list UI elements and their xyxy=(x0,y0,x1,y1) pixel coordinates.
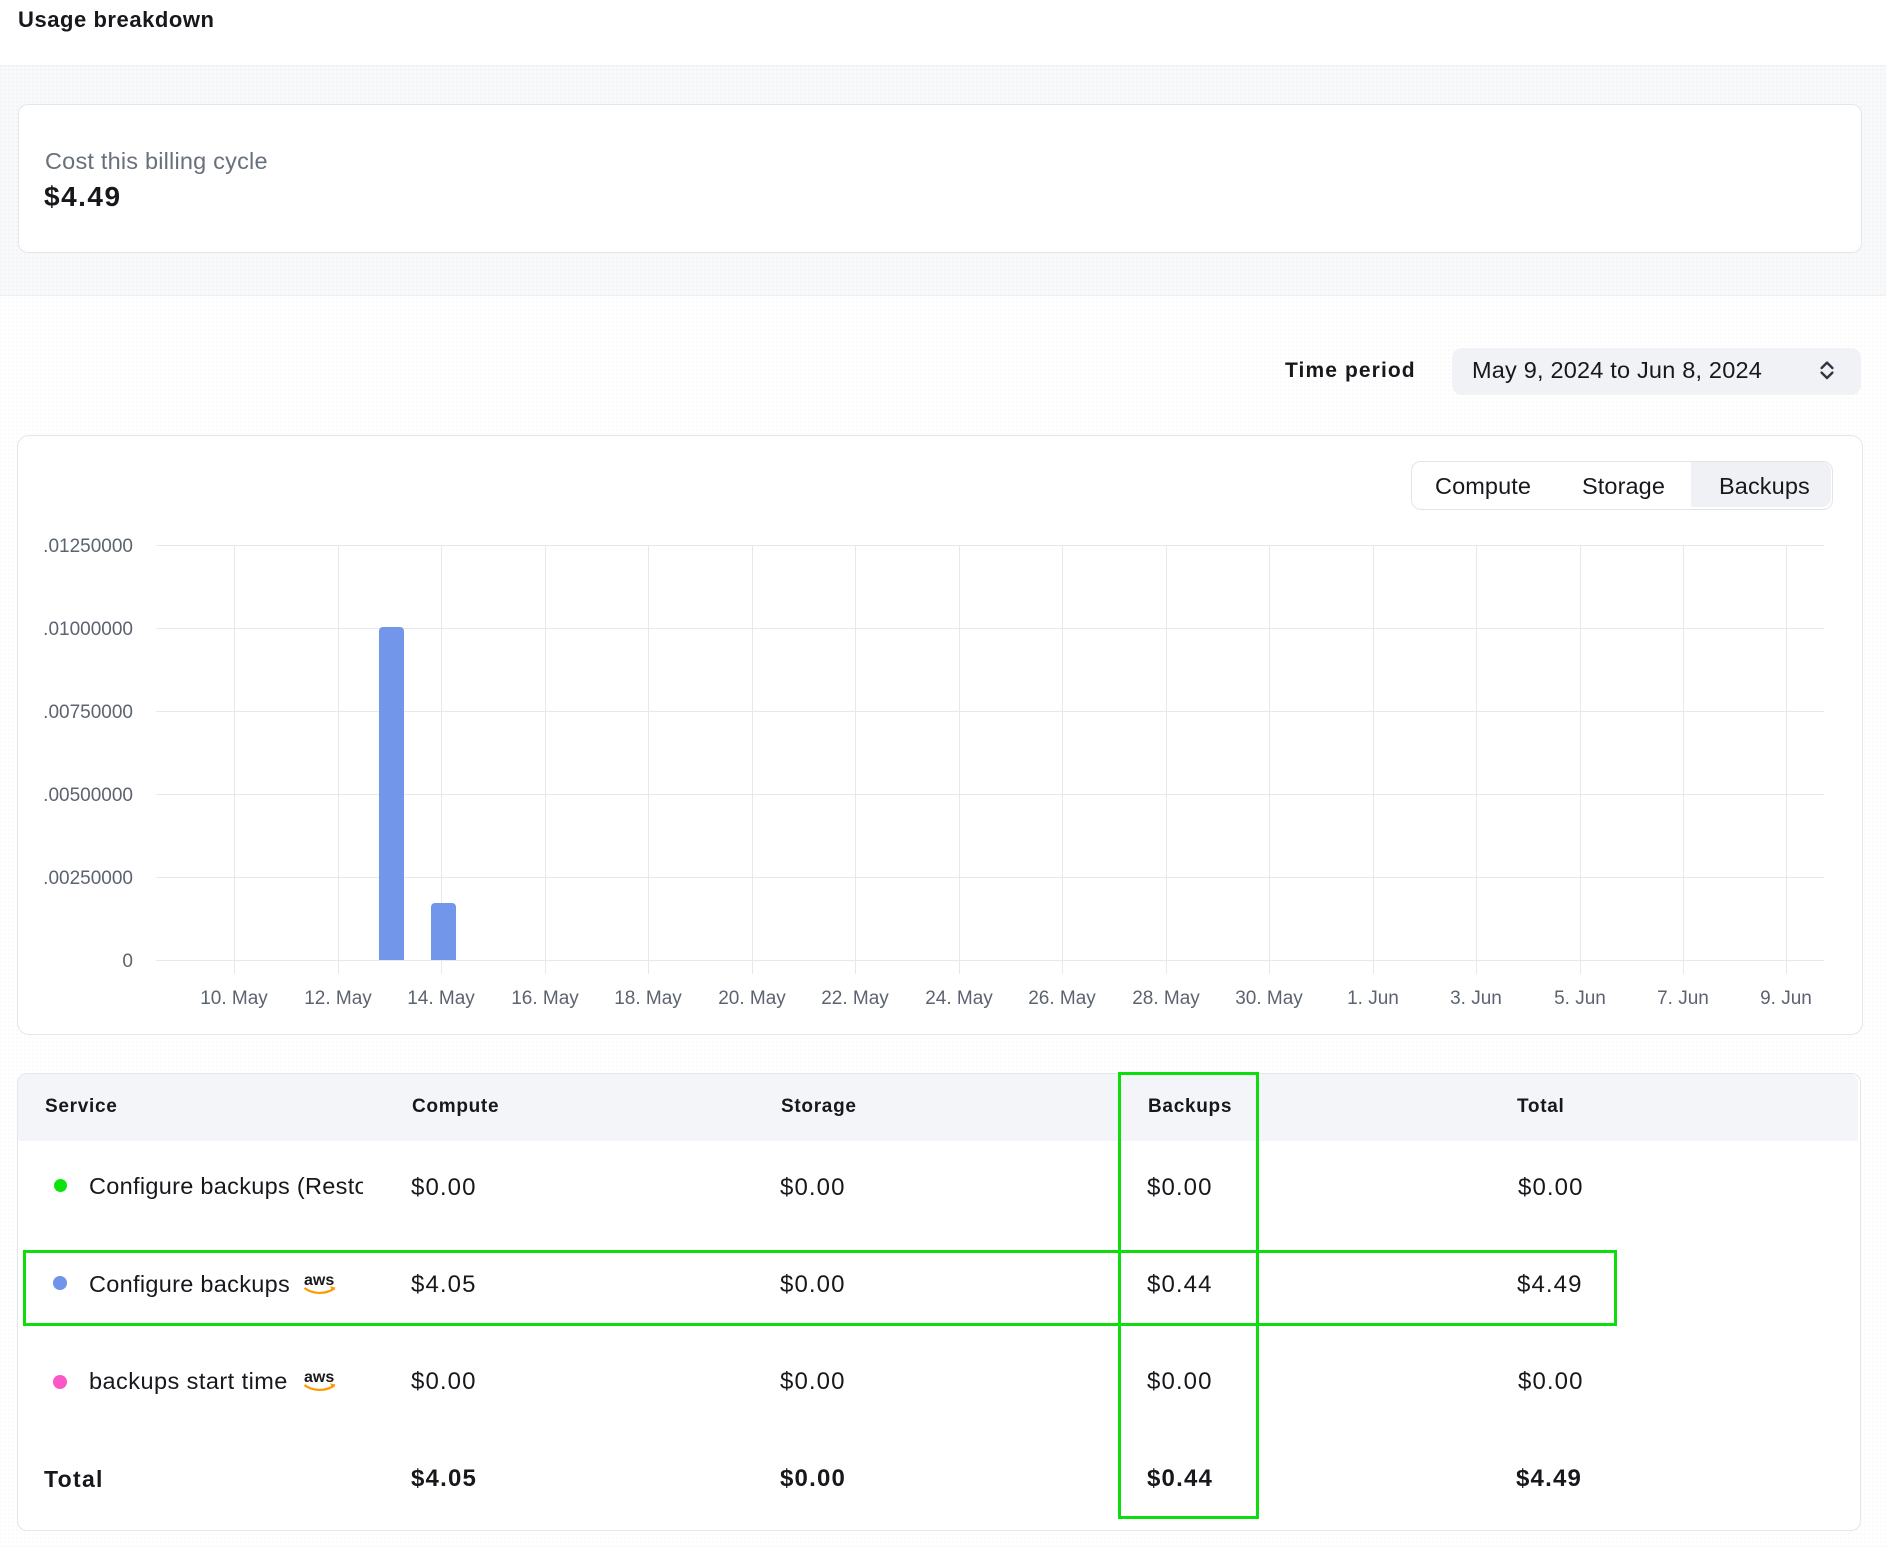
svg-text:9. Jun: 9. Jun xyxy=(1760,988,1812,1009)
svg-text:.01000000: .01000000 xyxy=(43,619,133,640)
svg-text:18. May: 18. May xyxy=(614,988,682,1009)
svg-text:16. May: 16. May xyxy=(511,988,579,1009)
svg-text:.00500000: .00500000 xyxy=(43,785,133,806)
svg-text:14. May: 14. May xyxy=(407,988,475,1009)
svg-text:aws: aws xyxy=(304,1369,334,1386)
svg-text:1. Jun: 1. Jun xyxy=(1347,988,1399,1009)
svg-text:.01250000: .01250000 xyxy=(43,536,133,557)
svg-text:0: 0 xyxy=(122,951,133,972)
svg-text:24. May: 24. May xyxy=(925,988,993,1009)
svg-text:.00750000: .00750000 xyxy=(43,702,133,723)
svg-text:7. Jun: 7. Jun xyxy=(1657,988,1709,1009)
svg-text:.00250000: .00250000 xyxy=(43,868,133,889)
svg-text:20. May: 20. May xyxy=(718,988,786,1009)
svg-text:5. Jun: 5. Jun xyxy=(1554,988,1606,1009)
svg-text:12. May: 12. May xyxy=(304,988,372,1009)
svg-text:10. May: 10. May xyxy=(200,988,268,1009)
svg-text:3. Jun: 3. Jun xyxy=(1450,988,1502,1009)
svg-text:30. May: 30. May xyxy=(1235,988,1303,1009)
svg-text:26. May: 26. May xyxy=(1028,988,1096,1009)
svg-text:22. May: 22. May xyxy=(821,988,889,1009)
svg-text:28. May: 28. May xyxy=(1132,988,1200,1009)
